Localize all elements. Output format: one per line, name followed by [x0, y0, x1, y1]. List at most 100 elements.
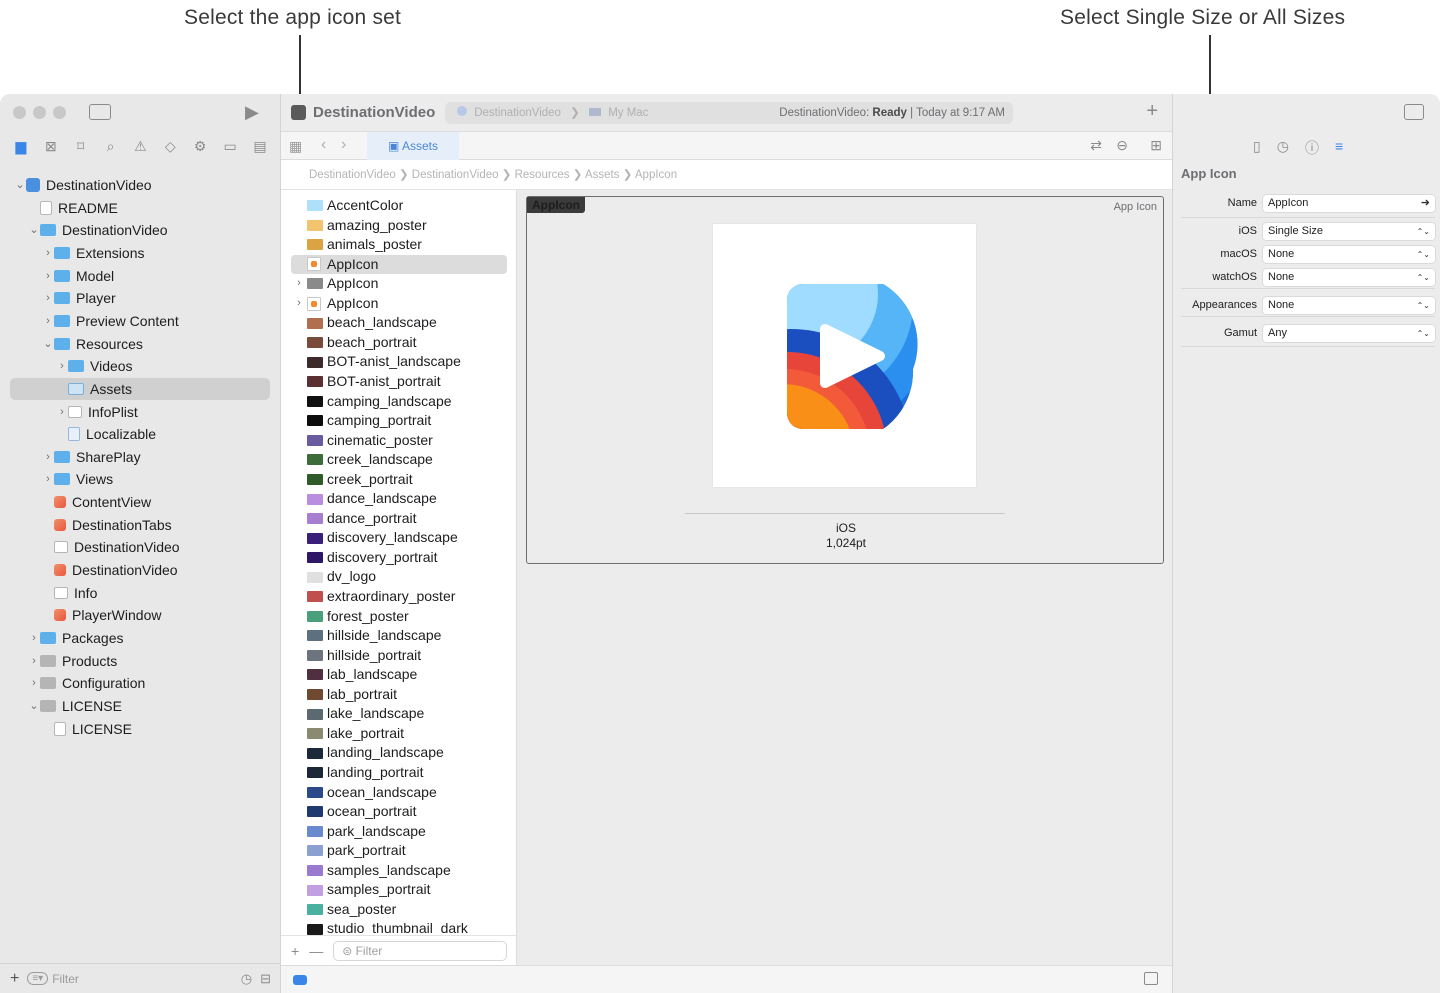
test-navigator-icon[interactable]: ◇: [159, 138, 181, 160]
asset-item-animals-poster[interactable]: animals_poster: [291, 235, 507, 255]
sidebar-item-destinationtabs[interactable]: DestinationTabs: [0, 514, 281, 536]
macos-popup[interactable]: None ⌃⌄: [1263, 245, 1435, 263]
asset-item-appicon[interactable]: › AppIcon: [291, 294, 507, 314]
sidebar-item-destinationvideo[interactable]: DestinationVideo: [0, 559, 281, 581]
asset-item-samples-portrait[interactable]: samples_portrait: [291, 880, 507, 900]
run-button[interactable]: ▶: [245, 102, 259, 123]
asset-item-landing-landscape[interactable]: landing_landscape: [291, 743, 507, 763]
add-icon[interactable]: +: [10, 970, 19, 988]
asset-item-accentcolor[interactable]: AccentColor: [291, 196, 507, 216]
sidebar-item-extensions[interactable]: › Extensions: [0, 242, 281, 264]
filter-options-icon[interactable]: ⊟: [260, 971, 271, 987]
asset-item-hillside-portrait[interactable]: hillside_portrait: [291, 646, 507, 666]
sidebar-item-assets[interactable]: Assets: [10, 377, 270, 400]
split-editor-icon[interactable]: ⊞: [1150, 137, 1162, 154]
sidebar-item-infoplist[interactable]: › InfoPlist: [0, 401, 281, 423]
grid-icon[interactable]: ▦: [289, 138, 302, 155]
chevron-right-icon[interactable]: ›: [28, 627, 40, 649]
asset-item-cinematic-poster[interactable]: cinematic_poster: [291, 431, 507, 451]
asset-item-park-landscape[interactable]: park_landscape: [291, 822, 507, 842]
scheme-name[interactable]: DestinationVideo: [474, 107, 561, 119]
asset-item-bot-anist-landscape[interactable]: BOT-anist_landscape: [291, 352, 507, 372]
chevron-right-icon[interactable]: ›: [291, 294, 307, 314]
sidebar-item-playerwindow[interactable]: PlayerWindow: [0, 604, 281, 626]
jumpbar-group[interactable]: DestinationVideo: [412, 169, 499, 181]
asset-filter-field[interactable]: ⊜ Filter: [333, 940, 507, 961]
asset-item-lab-landscape[interactable]: lab_landscape: [291, 665, 507, 685]
sidebar-item-license[interactable]: LICENSE: [0, 718, 281, 740]
swap-icon[interactable]: ⇄: [1090, 137, 1102, 154]
sidebar-item-packages[interactable]: › Packages: [0, 627, 281, 649]
arrow-circle-icon[interactable]: ➜: [1421, 195, 1430, 212]
scheme-status-pill[interactable]: DestinationVideo ❯ My Mac DestinationVid…: [445, 102, 1013, 124]
chevron-right-icon[interactable]: ›: [42, 310, 54, 332]
sidebar-item-destinationvideo[interactable]: DestinationVideo: [0, 536, 281, 558]
sidebar-toggle-icon[interactable]: [89, 104, 111, 120]
sidebar-item-views[interactable]: › Views: [0, 468, 281, 490]
chevron-right-icon[interactable]: ›: [42, 468, 54, 490]
asset-item-dv-logo[interactable]: dv_logo: [291, 567, 507, 587]
asset-item-sea-poster[interactable]: sea_poster: [291, 900, 507, 920]
sidebar-item-model[interactable]: › Model: [0, 265, 281, 287]
history-inspector-icon[interactable]: ◷: [1277, 138, 1289, 158]
asset-item-discovery-landscape[interactable]: discovery_landscape: [291, 528, 507, 548]
add-asset-icon[interactable]: +: [291, 943, 299, 959]
sidebar-item-configuration[interactable]: › Configuration: [0, 672, 281, 694]
asset-item-extraordinary-poster[interactable]: extraordinary_poster: [291, 587, 507, 607]
chevron-right-icon[interactable]: ›: [42, 265, 54, 287]
ios-popup[interactable]: Single Size ⌃⌄: [1263, 222, 1435, 240]
minimize-window-button[interactable]: [33, 106, 46, 119]
chevron-right-icon[interactable]: ›: [28, 650, 40, 672]
asset-item-camping-landscape[interactable]: camping_landscape: [291, 392, 507, 412]
more-icon[interactable]: ⊖: [1116, 137, 1128, 154]
zoom-window-button[interactable]: [53, 106, 66, 119]
chevron-down-icon[interactable]: ⌄: [28, 219, 40, 241]
sidebar-item-destinationvideo[interactable]: ⌄ DestinationVideo: [0, 174, 281, 196]
sidebar-item-products[interactable]: › Products: [0, 650, 281, 672]
asset-item-beach-landscape[interactable]: beach_landscape: [291, 313, 507, 333]
sidebar-item-videos[interactable]: › Videos: [0, 355, 281, 377]
chevron-right-icon[interactable]: ›: [42, 287, 54, 309]
asset-item-amazing-poster[interactable]: amazing_poster: [291, 216, 507, 236]
appearances-popup[interactable]: None ⌃⌄: [1263, 296, 1435, 314]
chevron-right-icon[interactable]: ›: [42, 242, 54, 264]
hide-debug-icon[interactable]: [1144, 972, 1158, 985]
jumpbar-resources[interactable]: Resources: [515, 169, 570, 181]
asset-item-dance-portrait[interactable]: dance_portrait: [291, 509, 507, 529]
asset-item-lake-landscape[interactable]: lake_landscape: [291, 704, 507, 724]
jumpbar-assets[interactable]: Assets: [585, 169, 620, 181]
jumpbar-project[interactable]: DestinationVideo: [309, 169, 396, 181]
remove-asset-icon[interactable]: —: [309, 943, 323, 959]
asset-item-landing-portrait[interactable]: landing_portrait: [291, 763, 507, 783]
breakpoint-navigator-icon[interactable]: ▭: [219, 138, 241, 160]
recent-files-icon[interactable]: ◷: [241, 971, 252, 987]
chevron-right-icon[interactable]: ›: [56, 401, 68, 423]
navigator-filter-field[interactable]: ≡▾ Filter: [27, 969, 232, 989]
sidebar-item-preview-content[interactable]: › Preview Content: [0, 310, 281, 332]
icon-well[interactable]: [713, 224, 976, 487]
asset-item-lab-portrait[interactable]: lab_portrait: [291, 685, 507, 705]
asset-item-bot-anist-portrait[interactable]: BOT-anist_portrait: [291, 372, 507, 392]
asset-item-camping-portrait[interactable]: camping_portrait: [291, 411, 507, 431]
asset-item-appicon[interactable]: AppIcon: [291, 254, 507, 275]
gamut-popup[interactable]: Any ⌃⌄: [1263, 324, 1435, 342]
asset-item-appicon[interactable]: › AppIcon: [291, 274, 507, 294]
chevron-right-icon[interactable]: ›: [291, 274, 307, 294]
sidebar-item-destinationvideo[interactable]: ⌄ DestinationVideo: [0, 219, 281, 241]
sidebar-item-readme[interactable]: README: [0, 197, 281, 219]
forward-icon[interactable]: ›: [341, 136, 346, 154]
chevron-down-icon[interactable]: ⌄: [28, 695, 40, 717]
jumpbar-appicon[interactable]: AppIcon: [635, 169, 677, 181]
sidebar-item-resources[interactable]: ⌄ Resources: [0, 333, 281, 355]
asset-item-samples-landscape[interactable]: samples_landscape: [291, 861, 507, 881]
chevron-right-icon[interactable]: ›: [28, 672, 40, 694]
project-navigator-icon[interactable]: ▆: [10, 138, 32, 160]
asset-item-ocean-landscape[interactable]: ocean_landscape: [291, 783, 507, 803]
file-inspector-icon[interactable]: ▯: [1253, 138, 1261, 158]
sidebar-item-info[interactable]: Info: [0, 582, 281, 604]
add-editor-icon[interactable]: +: [1146, 100, 1158, 123]
run-destination[interactable]: My Mac: [608, 107, 648, 119]
asset-item-hillside-landscape[interactable]: hillside_landscape: [291, 626, 507, 646]
chevron-right-icon[interactable]: ›: [56, 355, 68, 377]
asset-item-lake-portrait[interactable]: lake_portrait: [291, 724, 507, 744]
